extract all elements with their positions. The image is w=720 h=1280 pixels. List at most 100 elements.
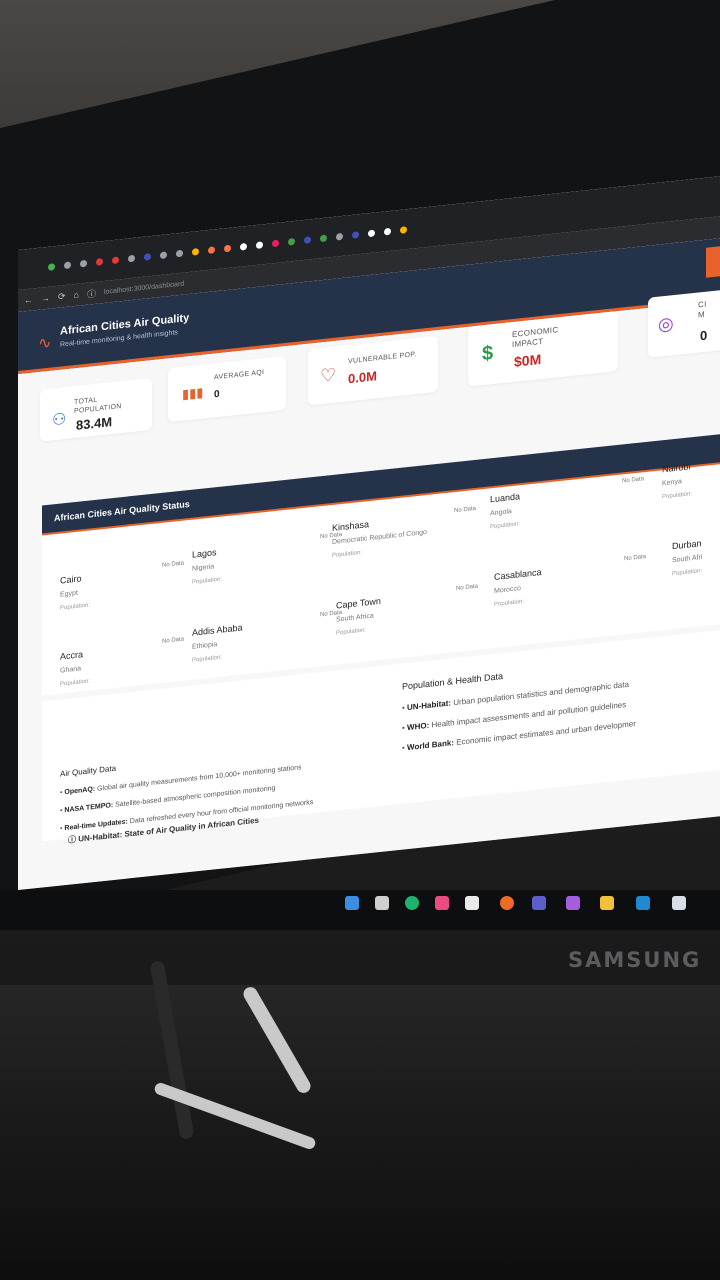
tab-favicon-icon[interactable]: [304, 235, 311, 244]
back-arrow-icon[interactable]: ←: [24, 294, 33, 305]
tab-favicon-icon[interactable]: [128, 254, 135, 262]
tab-favicon-icon[interactable]: [400, 225, 407, 234]
aqi-status-badge: No Data: [161, 636, 184, 645]
forward-arrow-icon[interactable]: →: [41, 293, 50, 304]
city-card-cape-town[interactable]: Cape Town South Africa Population: No Da…: [336, 584, 478, 661]
stat-value: $0M: [514, 351, 542, 370]
calendar-app-icon[interactable]: [465, 896, 479, 910]
aqi-status-badge: No Data: [161, 560, 184, 569]
tab-favicon-icon[interactable]: [368, 228, 375, 237]
visual-studio-icon[interactable]: [566, 896, 580, 910]
city-population: Population:: [672, 568, 703, 578]
windows-taskbar: [0, 888, 720, 922]
city-card-casablanca[interactable]: Casablanca Morocco Population: No Data: [494, 554, 646, 632]
stat-card-total-population: ⚇ TOTAL POPULATION 83.4M: [40, 377, 152, 442]
photos-app-icon[interactable]: [435, 896, 449, 910]
city-name: Cairo: [60, 573, 82, 586]
folder-app-icon[interactable]: [600, 896, 614, 910]
tab-favicon-icon[interactable]: [336, 232, 343, 241]
stat-card-cities-monitored: ◎ CI M 0: [648, 288, 720, 358]
monitor-screen: ← → ⟳ ⌂ ⓘ localhost:3000/dashboard ∿ Afr…: [18, 176, 720, 891]
aqi-status-badge: No Data: [453, 505, 476, 515]
city-population: Population:: [192, 654, 223, 664]
misc-app-icon[interactable]: [672, 896, 686, 910]
tab-favicon-icon[interactable]: [320, 234, 327, 242]
city-population: Population:: [336, 627, 367, 637]
stat-label: ECONOMIC IMPACT: [512, 325, 559, 350]
tab-favicon-icon[interactable]: [144, 252, 151, 261]
stat-card-vulnerable-population: ♡ VULNERABLE POP. 0.0M: [308, 335, 438, 406]
city-country: Kenya: [662, 478, 682, 488]
city-country: Morocco: [494, 585, 521, 595]
tab-favicon-icon[interactable]: [96, 257, 103, 266]
dollar-icon: $: [482, 342, 494, 366]
tab-favicon-icon[interactable]: [48, 262, 55, 271]
vscode-app-icon[interactable]: [636, 896, 650, 910]
city-name: Accra: [60, 649, 84, 662]
home-icon[interactable]: ⌂: [74, 290, 79, 301]
tab-favicon-icon[interactable]: [160, 250, 167, 259]
city-country: South Africa: [336, 612, 374, 624]
tab-favicon-icon[interactable]: [176, 249, 183, 257]
city-population: Population:: [494, 598, 525, 608]
city-country: Egypt: [60, 589, 78, 599]
stat-label: TOTAL POPULATION: [74, 396, 122, 416]
edge-browser-icon[interactable]: [405, 896, 419, 910]
site-info-icon[interactable]: ⓘ: [87, 286, 96, 300]
city-name: Kinshasa: [332, 519, 370, 533]
city-population: Population:: [332, 549, 363, 559]
city-country: Ghana: [60, 665, 82, 675]
city-card-nairobi[interactable]: Nairobi Kenya Population:: [662, 457, 720, 524]
tab-favicon-icon[interactable]: [272, 239, 279, 247]
tab-favicon-icon[interactable]: [64, 260, 71, 269]
city-card-cairo[interactable]: Cairo Egypt Population: No Data: [60, 560, 190, 636]
city-name: Addis Ababa: [192, 622, 243, 638]
stat-value: 0.0M: [348, 368, 377, 387]
bar-chart-icon: ▮▮▮: [182, 384, 204, 402]
tab-favicon-icon[interactable]: [384, 227, 391, 236]
city-population: Population:: [192, 576, 223, 586]
aqi-status-badge: No Data: [621, 476, 644, 485]
tab-favicon-icon[interactable]: [240, 242, 247, 251]
city-name: Casablanca: [494, 566, 542, 582]
city-population: Population:: [60, 602, 91, 612]
city-population: Population:: [490, 521, 521, 531]
postman-app-icon[interactable]: [500, 896, 514, 910]
city-name: Lagos: [192, 547, 217, 560]
city-card-luanda[interactable]: Luanda Angola Population: No Data: [490, 476, 644, 555]
aqi-status-badge: No Data: [455, 583, 478, 592]
windows-start-icon[interactable]: [345, 896, 359, 910]
url-text[interactable]: localhost:3000/dashboard: [104, 280, 184, 295]
city-name: Luanda: [490, 491, 521, 505]
tab-favicon-icon[interactable]: [112, 255, 119, 264]
monitor-brand-logo: SAMSUNG: [568, 948, 702, 972]
status-section-title: African Cities Air Quality Status: [54, 498, 190, 524]
city-country: Nigeria: [192, 563, 215, 573]
reload-icon[interactable]: ⟳: [58, 291, 66, 303]
dashboard-page: ∿ African Cities Air Quality Real-time m…: [18, 238, 720, 891]
teams-app-icon[interactable]: [532, 896, 546, 910]
stat-value: 83.4M: [76, 414, 113, 433]
city-name: Cape Town: [336, 595, 381, 611]
population-sources-title: Population & Health Data: [402, 671, 504, 692]
city-card-durban[interactable]: Durban South Afri Population:: [672, 535, 720, 601]
file-explorer-icon[interactable]: [375, 896, 389, 910]
city-card-kinshasa[interactable]: Kinshasa Democratic Republic of Congo Po…: [332, 506, 476, 583]
stat-card-average-aqi: ▮▮▮ AVERAGE AQI 0: [168, 355, 286, 423]
stat-value: 0: [700, 327, 708, 344]
tab-favicon-icon[interactable]: [208, 245, 215, 254]
header-action-button[interactable]: [706, 246, 720, 278]
tab-favicon-icon[interactable]: [224, 244, 231, 252]
city-population: Population:: [60, 678, 91, 688]
tab-favicon-icon[interactable]: [256, 240, 263, 249]
heart-icon: ♡: [320, 364, 337, 387]
city-card-lagos[interactable]: Lagos Nigeria Population: No Data: [192, 532, 342, 610]
city-country: Angola: [490, 508, 512, 518]
tab-favicon-icon[interactable]: [288, 237, 295, 246]
city-population: Population:: [662, 491, 693, 501]
city-name: Durban: [672, 538, 702, 552]
stat-value: 0: [214, 388, 220, 401]
tab-favicon-icon[interactable]: [352, 230, 359, 239]
tab-favicon-icon[interactable]: [192, 247, 199, 256]
tab-favicon-icon[interactable]: [80, 259, 87, 267]
